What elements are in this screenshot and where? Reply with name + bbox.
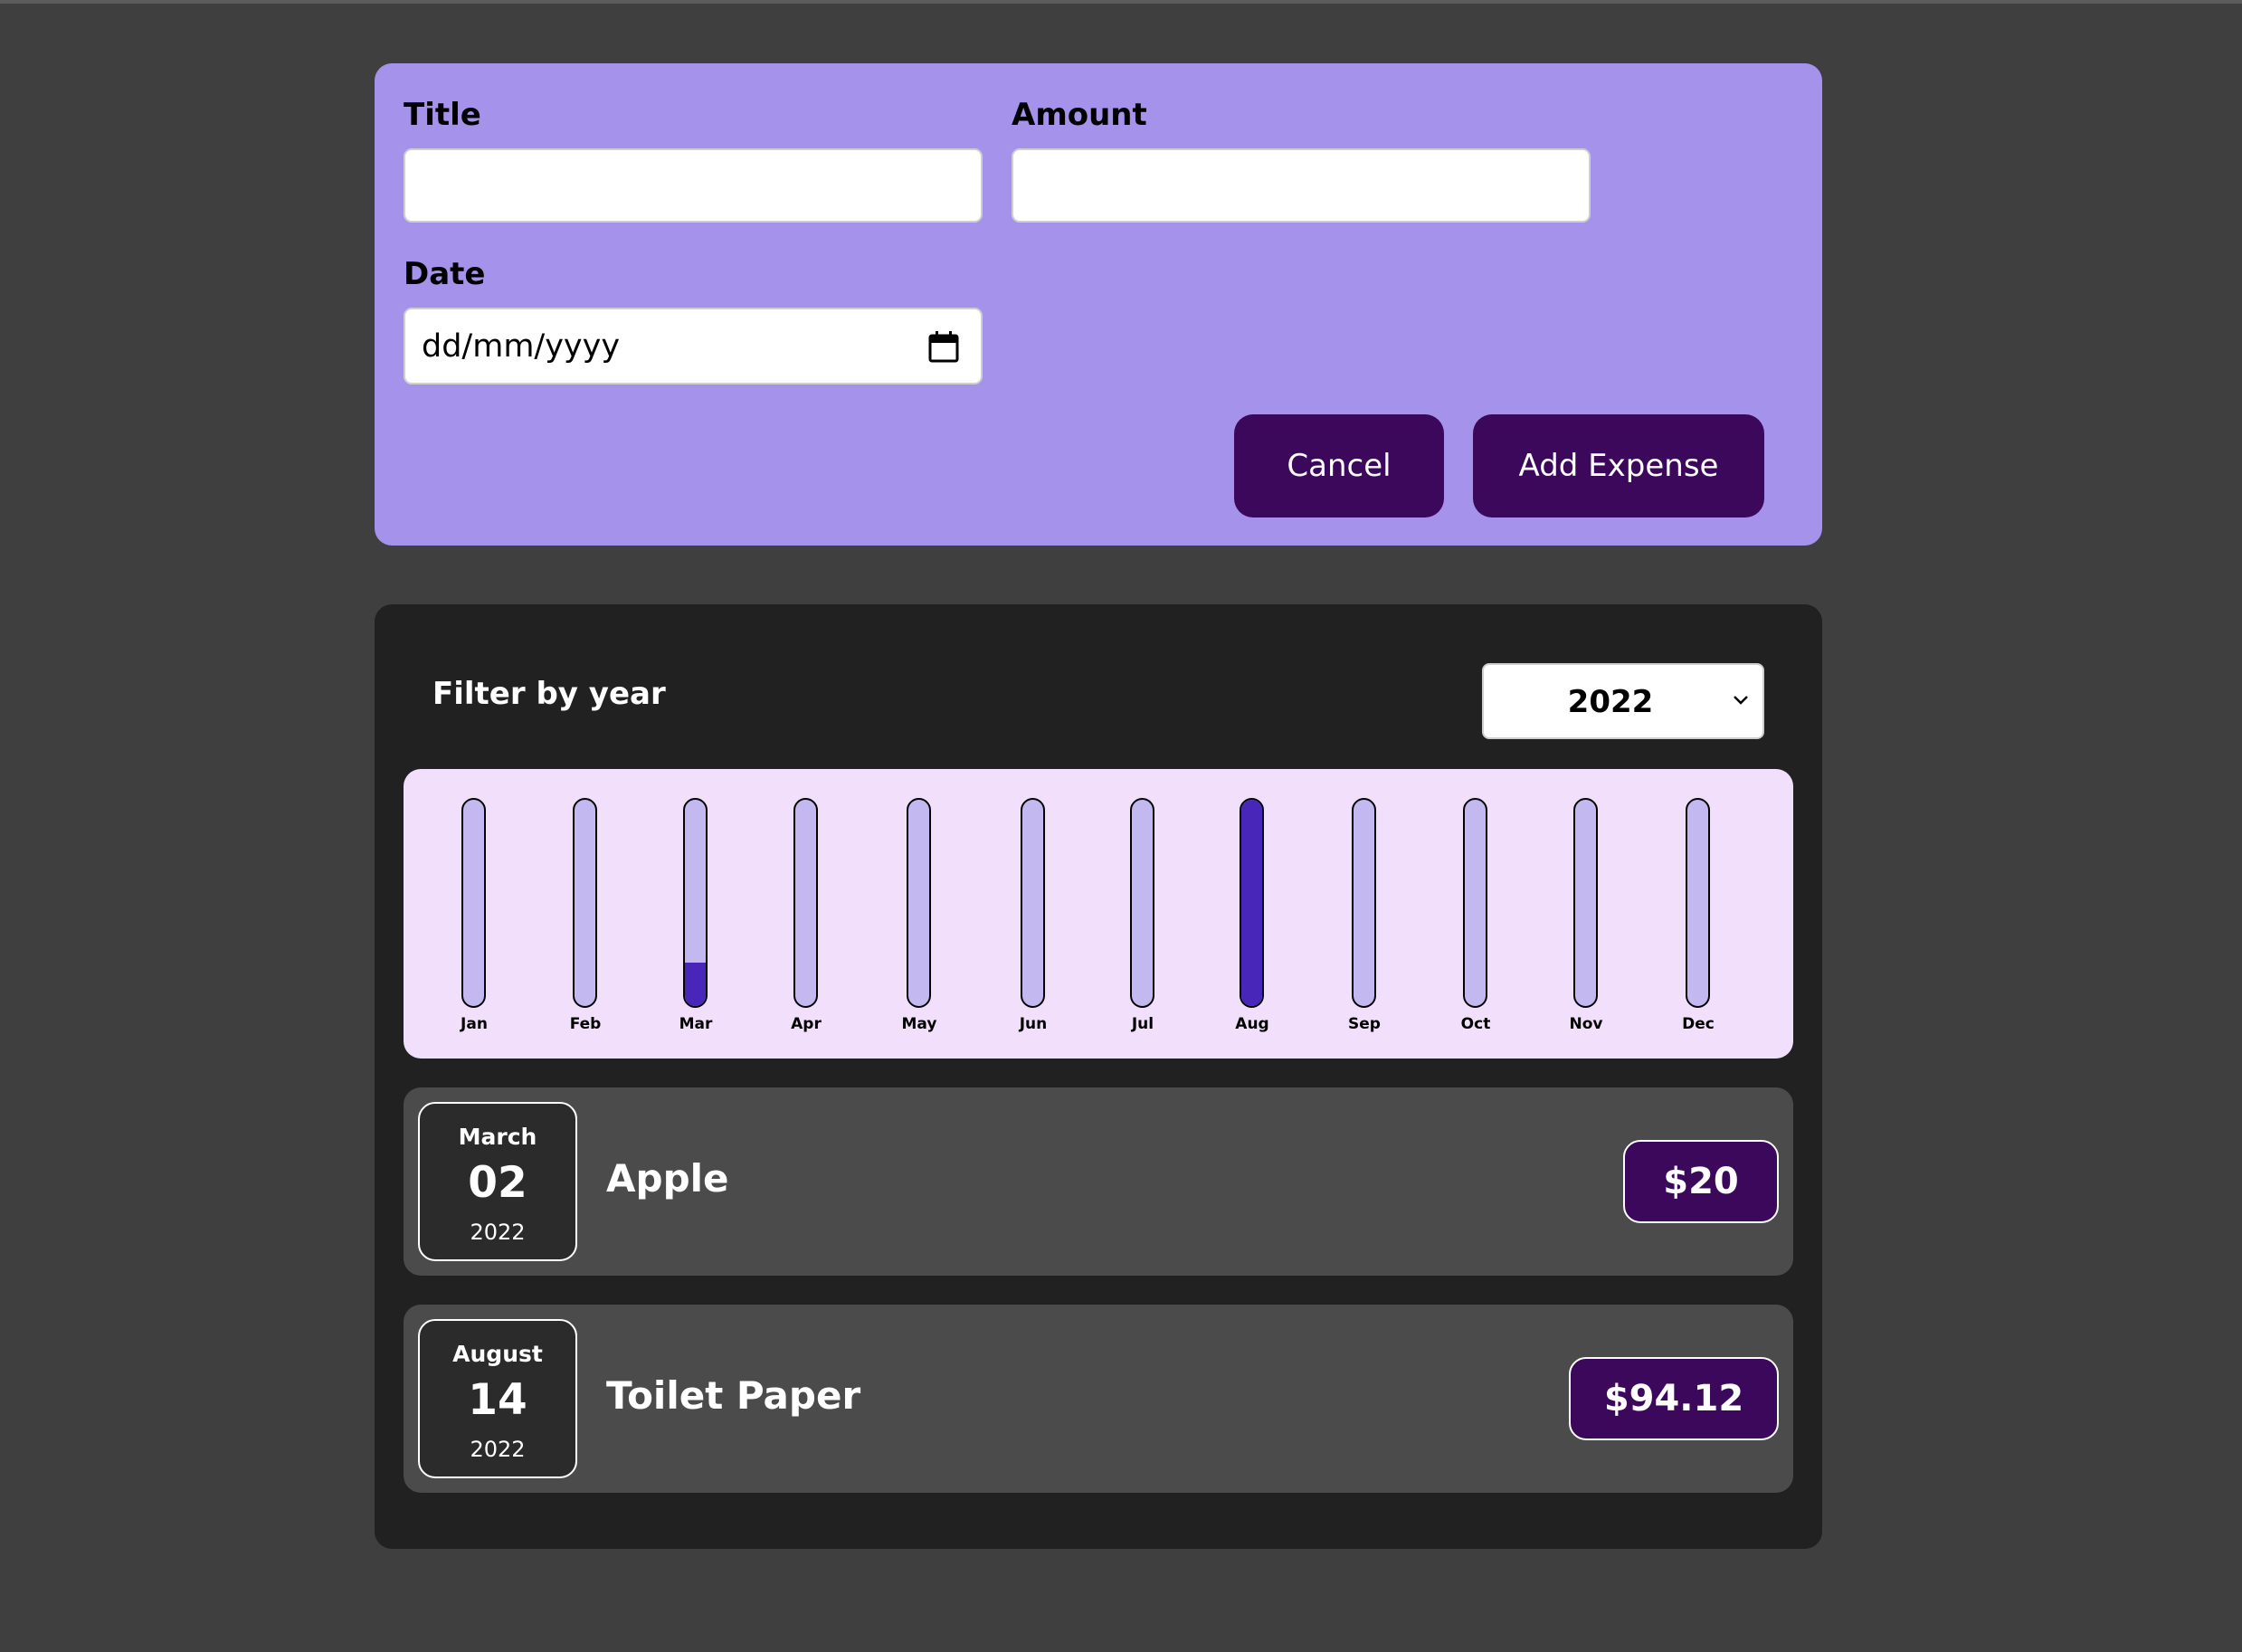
chart-bar-track (1686, 798, 1710, 1008)
chart-bar-track (1240, 798, 1264, 1008)
title-input[interactable] (404, 148, 983, 223)
expense-amount: $20 (1623, 1140, 1779, 1223)
chart-bar-label: Jan (461, 1015, 488, 1033)
cancel-button[interactable]: Cancel (1234, 414, 1444, 517)
expenses-chart: Jan Feb Mar Apr May Jun Jul Aug Sep Oct Nov Dec (404, 769, 1793, 1059)
chart-bar-label: Dec (1682, 1015, 1715, 1033)
chart-bar-label: May (901, 1015, 937, 1033)
chart-bar-label: Nov (1569, 1015, 1603, 1033)
expense-date: March 02 2022 (418, 1102, 577, 1261)
expense-item: March 02 2022 Apple $20 (404, 1087, 1793, 1276)
expense-day: 02 (468, 1158, 527, 1208)
date-label: Date (404, 256, 486, 292)
chart-bar-track (793, 798, 818, 1008)
chart-bar-dec: Dec (1671, 796, 1725, 1040)
chart-bar-label: Apr (791, 1015, 822, 1033)
chart-bar-track (1352, 798, 1376, 1008)
chart-bar-track (1021, 798, 1045, 1008)
expense-year: 2022 (470, 1437, 526, 1462)
expense-title: Toilet Paper (606, 1373, 861, 1418)
expense-day: 14 (468, 1375, 527, 1425)
filter-label: Filter by year (432, 676, 666, 712)
chart-bar-label: Aug (1235, 1015, 1269, 1033)
expense-date: August 14 2022 (418, 1319, 577, 1478)
chart-bar-track (907, 798, 931, 1008)
chart-bar-aug: Aug (1225, 796, 1279, 1040)
chart-bar-jul: Jul (1116, 796, 1170, 1040)
chart-bar-fill (1241, 800, 1262, 1006)
chart-bar-fill (685, 962, 706, 1006)
chart-bar-sep: Sep (1337, 796, 1392, 1040)
expense-title: Apple (606, 1156, 729, 1201)
expense-month: March (458, 1124, 537, 1150)
chart-bar-label: Jul (1131, 1015, 1154, 1033)
amount-input[interactable] (1012, 148, 1591, 223)
expense-month: August (452, 1341, 543, 1367)
chart-bar-label: Mar (679, 1015, 713, 1033)
chart-bar-oct: Oct (1449, 796, 1503, 1040)
chart-bar-feb: Feb (558, 796, 613, 1040)
add-expense-button[interactable]: Add Expense (1473, 414, 1764, 517)
chart-bar-apr: Apr (779, 796, 833, 1040)
window-top-border (0, 0, 2242, 4)
date-placeholder: dd/mm/yyyy (422, 328, 621, 365)
year-select[interactable]: 2022 (1482, 663, 1764, 739)
date-input[interactable]: dd/mm/yyyy (404, 308, 983, 385)
title-label: Title (404, 97, 481, 133)
chart-bar-track (1130, 798, 1154, 1008)
expense-amount: $94.12 (1569, 1357, 1779, 1440)
chart-bar-track (461, 798, 486, 1008)
chart-bar-track (1573, 798, 1598, 1008)
chart-bar-label: Oct (1460, 1015, 1491, 1033)
chart-bar-track (573, 798, 597, 1008)
expenses-panel: Filter by year 2022 Jan Feb Mar Apr May Jun Ju… (375, 604, 1822, 1549)
chart-bar-label: Sep (1348, 1015, 1381, 1033)
new-expense-form: Title Amount Date dd/mm/yyyy Cancel Add … (375, 63, 1822, 546)
amount-label: Amount (1012, 97, 1147, 133)
chart-bar-label: Jun (1019, 1015, 1048, 1033)
chart-bar-track (1463, 798, 1487, 1008)
calendar-icon[interactable] (928, 330, 959, 363)
chart-bar-may: May (892, 796, 946, 1040)
chart-bar-nov: Nov (1559, 796, 1613, 1040)
chart-bar-track (683, 798, 708, 1008)
chart-bar-label: Feb (569, 1015, 602, 1033)
expense-year: 2022 (470, 1220, 526, 1245)
chart-bar-jan: Jan (447, 796, 501, 1040)
expense-item: August 14 2022 Toilet Paper $94.12 (404, 1305, 1793, 1493)
chevron-down-icon (1734, 696, 1748, 705)
selected-year: 2022 (1567, 684, 1654, 720)
chart-bar-mar: Mar (669, 796, 723, 1040)
chart-bar-jun: Jun (1006, 796, 1060, 1040)
